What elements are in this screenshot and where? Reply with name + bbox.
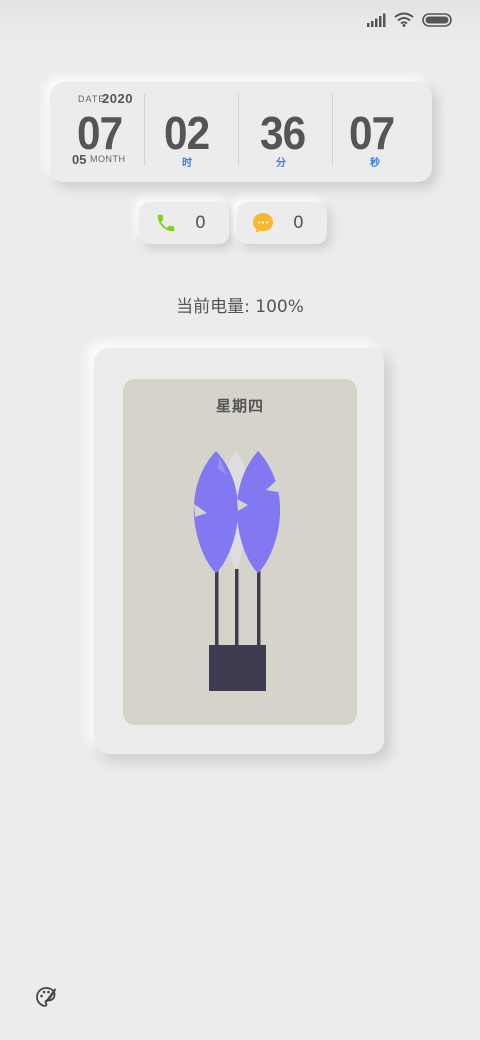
missed-calls-count: 0: [195, 213, 206, 233]
hour-unit: 时: [182, 158, 192, 169]
battery-level-text: 当前电量: 100%: [176, 297, 304, 317]
status-bar: [0, 0, 480, 40]
unread-messages-count: 0: [293, 213, 304, 233]
wifi-icon: [394, 12, 414, 27]
year-value: 2020: [102, 91, 133, 106]
clock-divider: [238, 94, 239, 166]
clock-divider: [332, 94, 333, 166]
battery-icon: [422, 12, 452, 27]
second-unit: 秒: [370, 158, 380, 169]
palette-icon[interactable]: [34, 985, 58, 1009]
second-value: 07: [349, 107, 395, 159]
unread-messages-button[interactable]: 0: [237, 202, 327, 244]
phone-icon: [157, 214, 175, 232]
clock-widget[interactable]: DATE: 2020 07 05 MONTH 02 时 36 分 07 秒: [50, 82, 432, 182]
status-icons: [367, 12, 452, 27]
weekday-card-inner: 星期四: [123, 379, 357, 725]
weekday-widget[interactable]: 星期四: [94, 348, 384, 754]
month-value: 05: [72, 152, 87, 167]
clock-divider: [144, 94, 145, 166]
minute-value: 36: [260, 107, 306, 159]
minute-unit: 分: [276, 158, 286, 169]
hour-value: 02: [164, 107, 210, 159]
plant-illustration: [193, 451, 281, 691]
missed-calls-button[interactable]: 0: [139, 202, 229, 244]
signal-icon: [367, 13, 386, 27]
month-label: MONTH: [90, 154, 126, 164]
message-icon: [253, 213, 273, 233]
